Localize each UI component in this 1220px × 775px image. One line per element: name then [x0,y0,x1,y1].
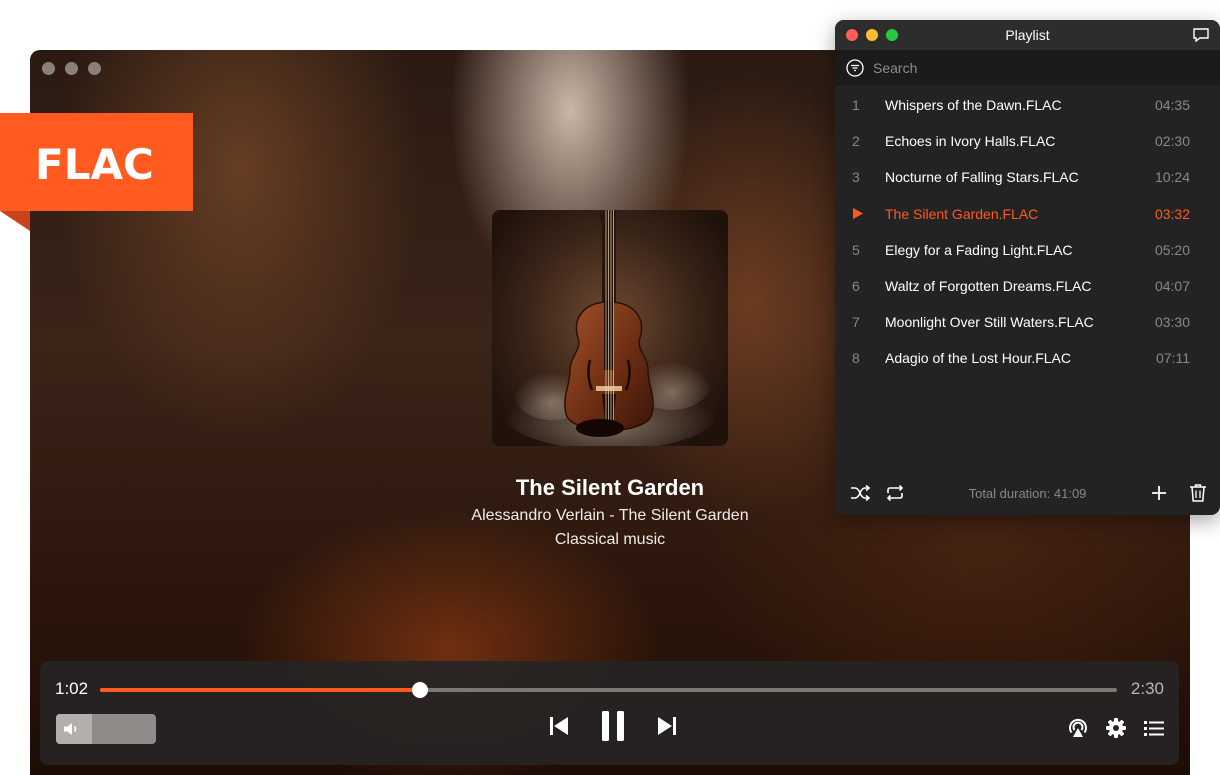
current-time: 1:02 [55,679,89,698]
transport-controls [548,709,678,743]
stage: The Silent Garden Alessandro Verlain - T… [0,0,1220,775]
track-duration: 03:30 [1154,314,1190,331]
track-name: Echoes in Ivory Halls.FLAC [885,133,1056,150]
chat-bubble-icon[interactable] [1192,27,1210,43]
track-number: 5 [852,241,860,258]
playlist-item[interactable]: 1 Whispers of the Dawn.FLAC 04:35 [835,86,1220,122]
now-playing-icon [853,207,863,219]
track-name: Elegy for a Fading Light.FLAC [885,241,1073,258]
playlist-item[interactable]: 6 Waltz of Forgotten Dreams.FLAC 04:07 [835,267,1220,303]
skip-next-icon[interactable] [656,715,678,737]
track-duration: 03:32 [1154,205,1190,222]
playlist-titlebar: Playlist [835,20,1220,50]
track-number: 8 [852,350,860,367]
track-number: 6 [852,277,860,294]
trash-icon[interactable] [1189,483,1207,503]
playlist-footer: Total duration: 41:09 [835,471,1220,515]
airplay-icon[interactable] [1067,717,1089,739]
flac-badge-fold [0,211,30,231]
track-name: Moonlight Over Still Waters.FLAC [885,314,1094,331]
playlist-item-active[interactable]: The Silent Garden.FLAC 03:32 [835,195,1220,231]
track-name: Waltz of Forgotten Dreams.FLAC [885,277,1092,294]
total-time: 2:30 [1130,679,1164,698]
track-duration: 05:20 [1154,241,1190,258]
track-number: 7 [852,314,860,331]
track-artist: Alessandro Verlain - The Silent Garden [471,507,749,524]
flac-badge-label: FLAC [35,140,154,189]
album-cover [492,210,728,446]
window-controls [42,62,101,75]
playlist-search-bar [835,50,1220,86]
seek-thumb[interactable] [412,682,429,698]
filter-icon [846,59,864,77]
track-duration: 07:11 [1156,350,1190,367]
minimize-dot[interactable] [65,62,78,75]
track-duration: 04:07 [1154,277,1190,294]
playlist-item[interactable]: 3 Nocturne of Falling Stars.FLAC 10:24 [835,158,1220,194]
playlist-item[interactable]: 8 Adagio of the Lost Hour.FLAC 07:11 [835,339,1220,375]
pause-icon[interactable] [600,709,626,743]
skip-previous-icon[interactable] [548,715,570,737]
track-genre: Classical music [554,531,666,548]
track-number: 2 [852,133,860,150]
playlist-item[interactable]: 2 Echoes in Ivory Halls.FLAC 02:30 [835,122,1220,158]
secondary-controls [1067,717,1165,739]
track-number: 3 [852,169,860,186]
speaker-icon [64,723,77,735]
track-name: The Silent Garden.FLAC [885,205,1039,222]
zoom-dot[interactable] [88,62,101,75]
playlist-item[interactable]: 7 Moonlight Over Still Waters.FLAC 03:30 [835,303,1220,339]
list-icon[interactable] [1143,717,1165,739]
track-duration: 02:30 [1154,133,1190,150]
track-name: Nocturne of Falling Stars.FLAC [885,169,1079,186]
track-duration: 10:24 [1154,169,1190,186]
track-title: The Silent Garden [515,475,705,500]
violin-artwork [500,210,720,446]
track-name: Adagio of the Lost Hour.FLAC [885,350,1071,367]
playlist-window: Playlist 1 Whispers of the Dawn.FLAC 04:… [835,20,1220,515]
seek-bar[interactable] [100,682,1117,698]
control-bar: 1:02 2:30 [40,661,1179,765]
volume-slider[interactable] [56,714,156,744]
gear-icon[interactable] [1105,717,1127,739]
playlist-title: Playlist [1005,27,1050,43]
track-number: 1 [852,97,860,113]
playlist-list: 1 Whispers of the Dawn.FLAC 04:35 2 Echo… [835,86,1220,376]
plus-icon[interactable] [1150,484,1168,502]
playlist-item[interactable]: 5 Elegy for a Fading Light.FLAC 05:20 [835,231,1220,267]
track-name: Whispers of the Dawn.FLAC [885,97,1062,113]
close-dot[interactable] [42,62,55,75]
search-input[interactable] [873,57,1203,79]
track-duration: 04:35 [1154,97,1190,113]
seek-progress [100,688,421,692]
